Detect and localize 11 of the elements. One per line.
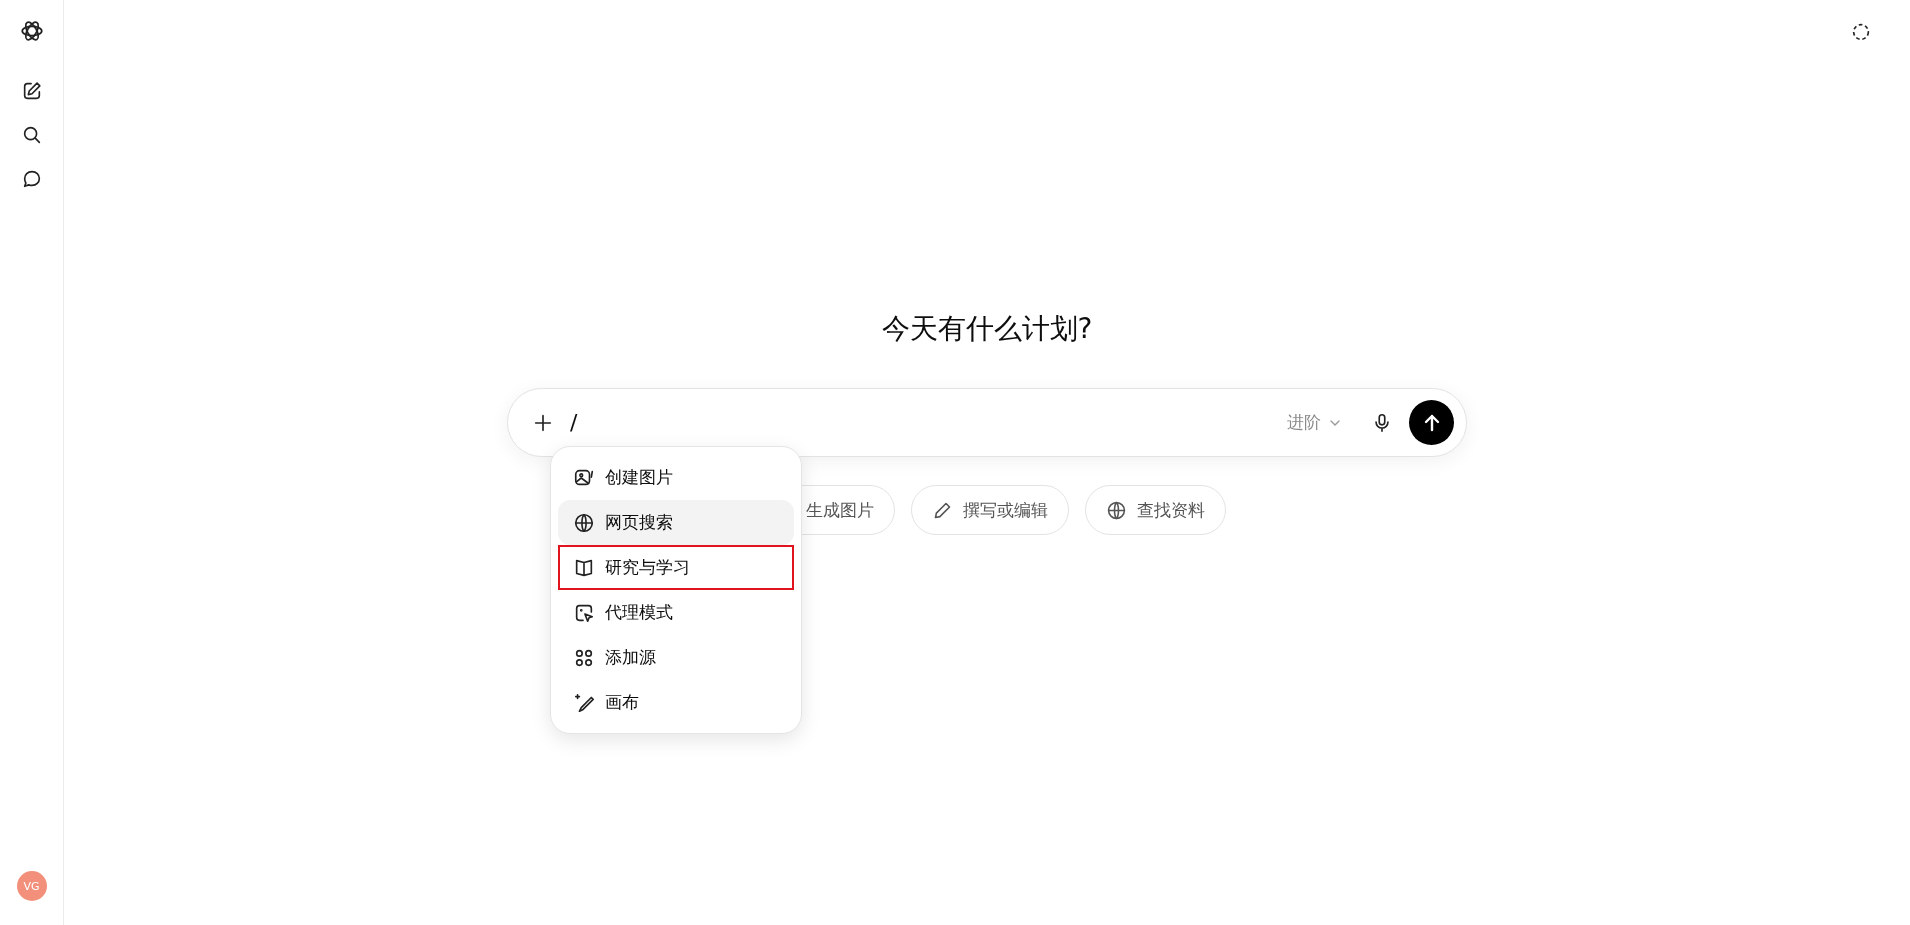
prompt-field[interactable]: / 进阶 <box>507 388 1467 457</box>
menu-item[interactable]: 画布 <box>558 680 794 725</box>
prompt-text: / <box>570 410 579 435</box>
page-heading: 今天有什么计划? <box>881 311 1093 347</box>
menu-item[interactable]: 添加源 <box>558 635 794 680</box>
suggestion-chip[interactable]: 撰写或编辑 <box>910 485 1069 535</box>
menu-item[interactable]: 代理模式 <box>558 590 794 635</box>
menu-item[interactable]: 研究与学习 <box>558 545 794 590</box>
menu-item[interactable]: 网页搜索 <box>558 500 794 545</box>
model-dropdown[interactable]: 进阶 <box>1287 411 1343 434</box>
suggestion-chip[interactable]: 查找资料 <box>1084 485 1226 535</box>
